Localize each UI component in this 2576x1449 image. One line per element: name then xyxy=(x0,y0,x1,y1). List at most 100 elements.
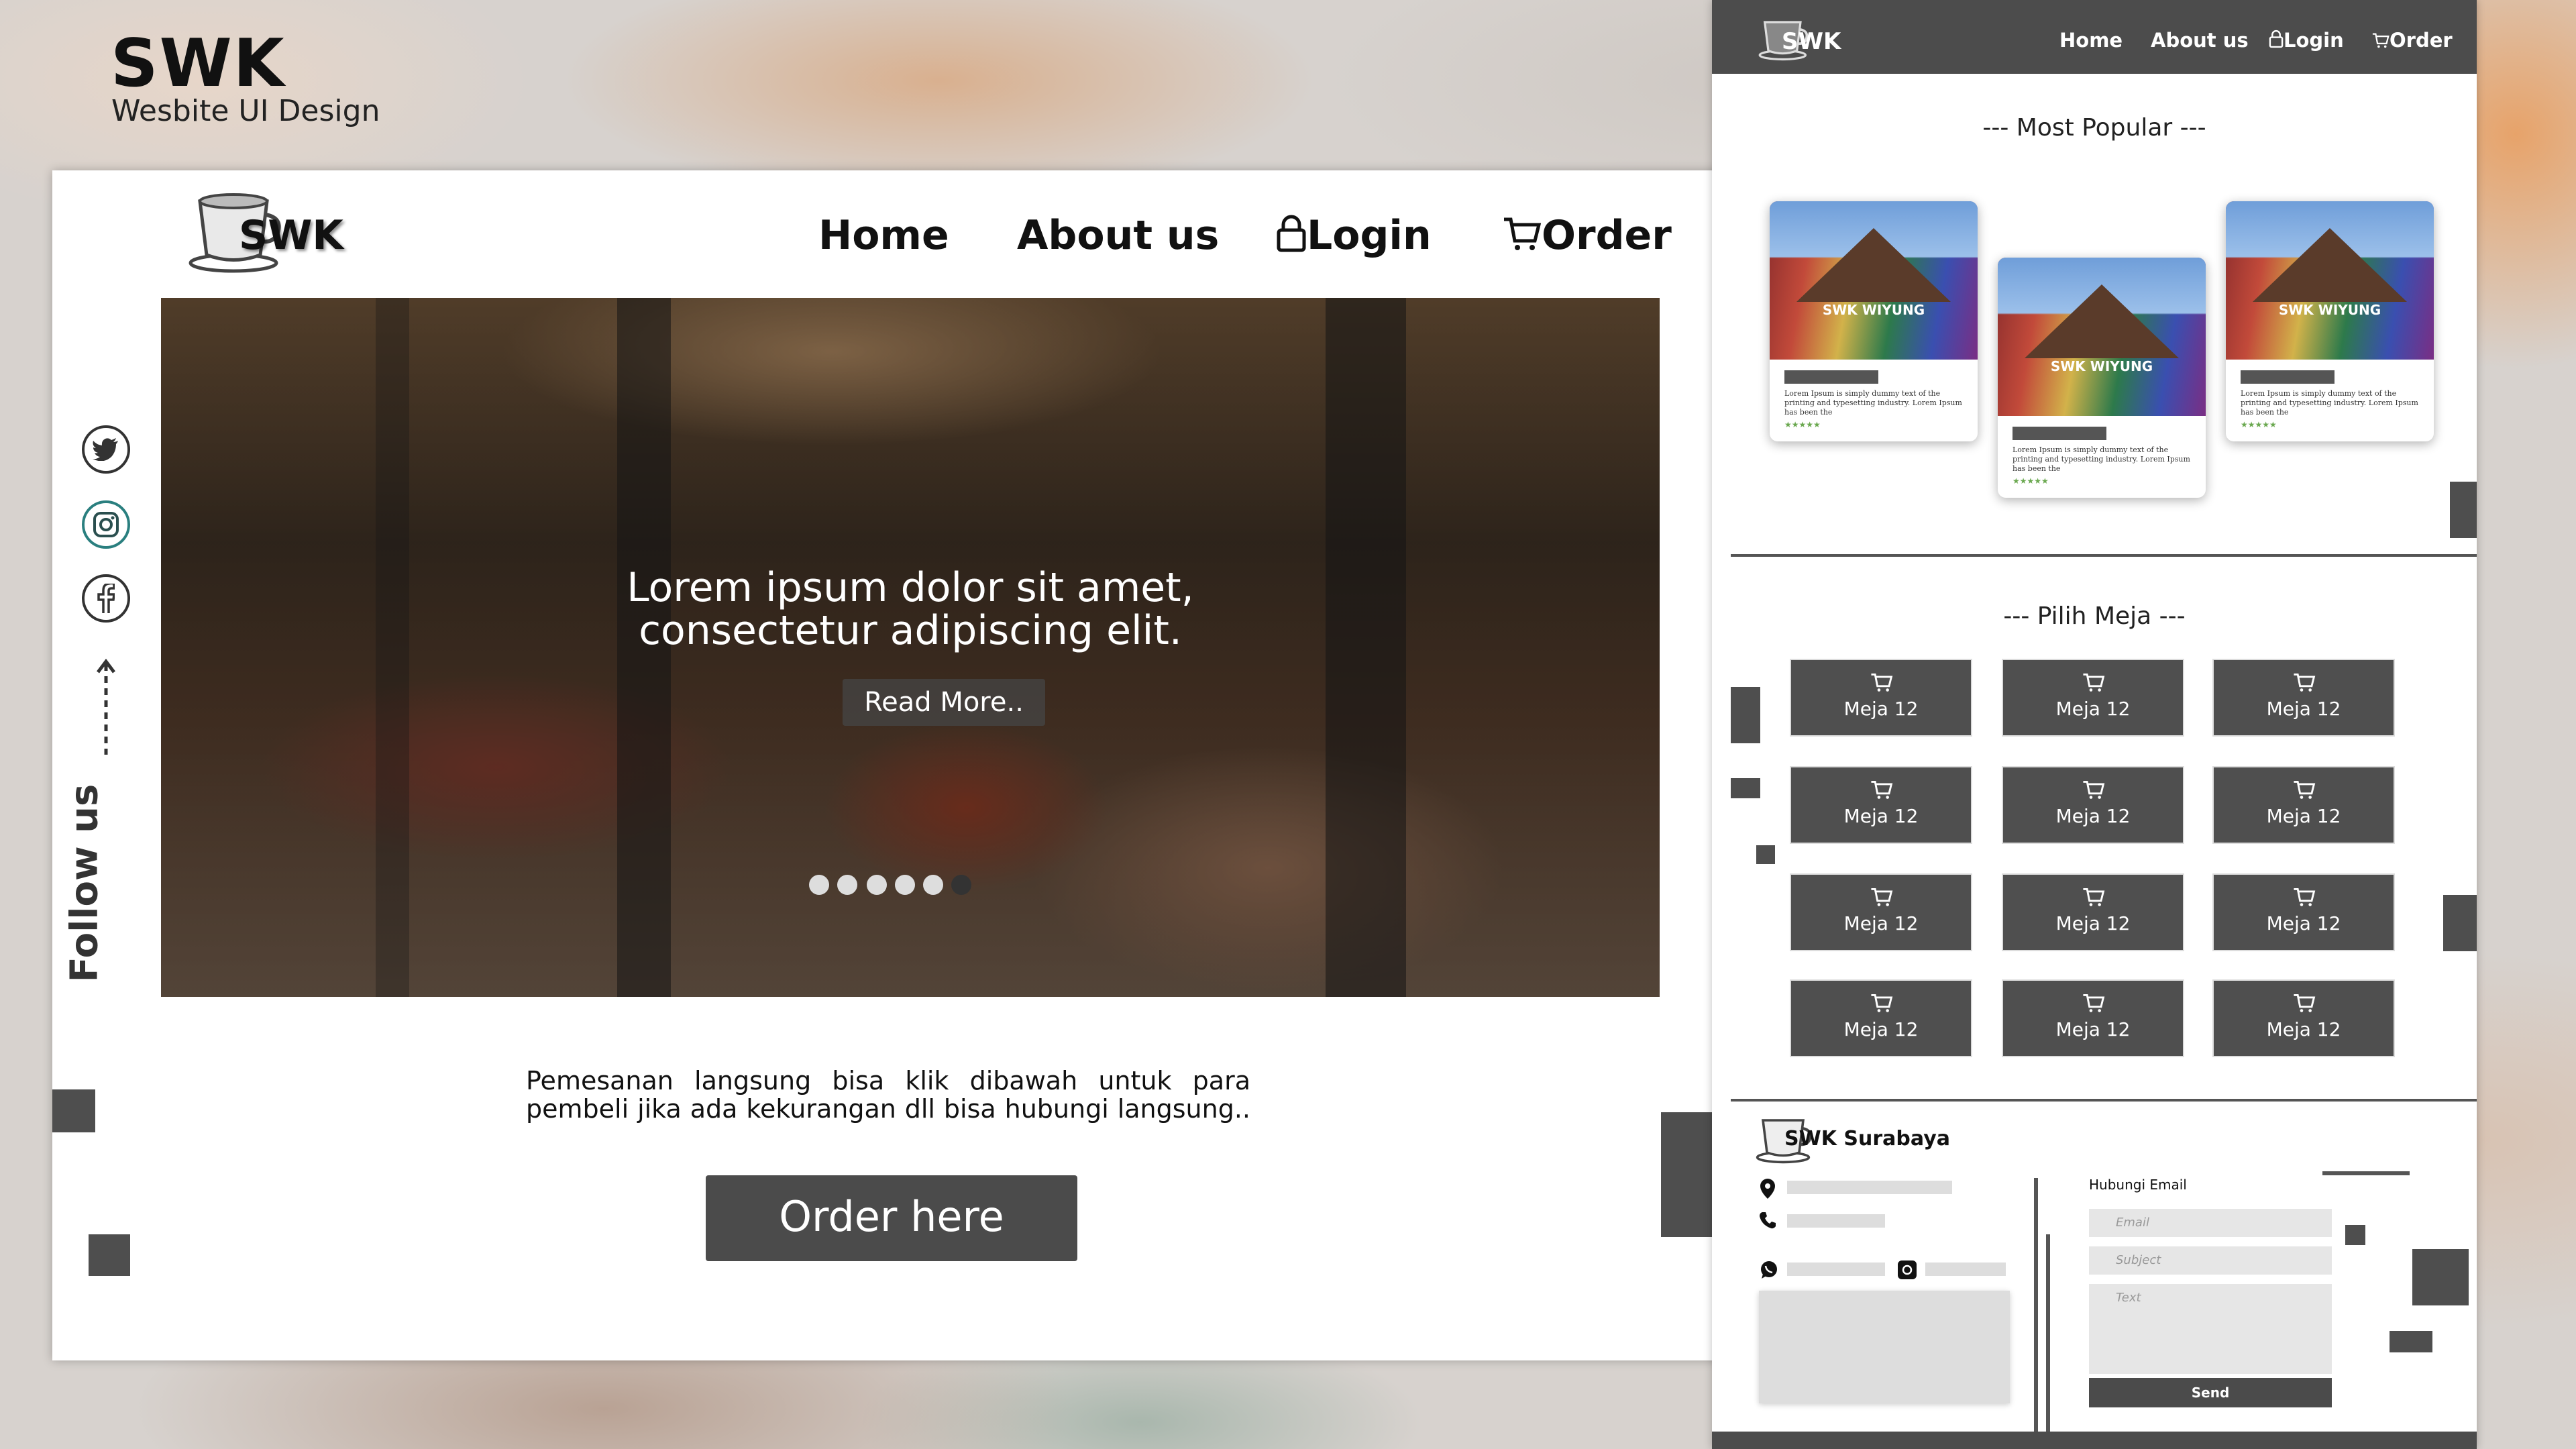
right-nav-login[interactable]: Login xyxy=(2269,29,2344,52)
pilih-meja-title: --- Pilih Meja --- xyxy=(2003,602,2186,630)
nav-order[interactable]: Order xyxy=(1503,212,1672,259)
decor-square xyxy=(1731,687,1760,743)
popular-card[interactable]: SWK WIYUNG Lorem Ipsum is simply dummy t… xyxy=(1998,258,2206,498)
card-title-bar xyxy=(2012,427,2106,440)
desktop-home-mockup: SWK Home About us Login Order Lorem ipsu… xyxy=(52,170,1729,1360)
hero-headline: Lorem ipsum dolor sit amet, consectetur … xyxy=(627,564,1194,654)
logo-text: SWK xyxy=(239,212,343,259)
instagram-placeholder-bar xyxy=(1925,1263,2006,1276)
right-nav-order[interactable]: Order xyxy=(2372,29,2453,52)
meja-button[interactable]: Meja 12 xyxy=(2212,659,2395,737)
popular-card[interactable]: SWK WIYUNG Lorem Ipsum is simply dummy t… xyxy=(2226,201,2434,441)
decor-square xyxy=(2450,482,2477,538)
section-divider xyxy=(1731,1099,2477,1102)
meja-label: Meja 12 xyxy=(1843,1018,1919,1040)
cart-icon xyxy=(2294,781,2316,799)
nav-order-label: Order xyxy=(1542,212,1672,259)
carousel-dot[interactable] xyxy=(809,875,829,895)
popular-card[interactable]: SWK WIYUNG Lorem Ipsum is simply dummy t… xyxy=(1770,201,1978,441)
cart-icon xyxy=(2083,888,2105,906)
right-logo-text[interactable]: SWK xyxy=(1782,28,1841,55)
meja-label: Meja 12 xyxy=(2266,805,2341,827)
meja-label: Meja 12 xyxy=(2266,912,2341,934)
card-image: SWK WIYUNG xyxy=(1770,201,1978,360)
cart-icon xyxy=(2083,781,2105,799)
cart-icon xyxy=(2294,994,2316,1012)
cart-icon xyxy=(1871,888,1893,906)
lock-icon xyxy=(1277,215,1306,252)
cart-icon xyxy=(2372,33,2390,48)
meja-button[interactable]: Meja 12 xyxy=(2212,766,2395,844)
decor-square xyxy=(2443,895,2477,951)
phone-icon xyxy=(1760,1212,1776,1229)
swk-logo[interactable]: SWK xyxy=(186,188,408,282)
right-footer-bar xyxy=(1712,1432,2477,1449)
meja-button[interactable]: Meja 12 xyxy=(2002,659,2184,737)
right-nav-order-label: Order xyxy=(2390,29,2453,52)
mobile-page-mockup: SWK Home About us Login Order --- Most P… xyxy=(1712,0,2477,1449)
read-more-button[interactable]: Read More.. xyxy=(843,679,1045,726)
hero-carousel[interactable]: Lorem ipsum dolor sit amet, consectetur … xyxy=(161,298,1660,997)
card-image-label: SWK WIYUNG xyxy=(2278,302,2381,318)
decor-square xyxy=(1731,778,1760,798)
nav-about-us[interactable]: About us xyxy=(1017,212,1219,259)
cart-icon xyxy=(1871,674,1893,692)
cart-icon xyxy=(1871,781,1893,799)
right-nav-login-label: Login xyxy=(2284,29,2344,52)
lock-icon xyxy=(2269,30,2284,48)
meja-label: Meja 12 xyxy=(1843,805,1919,827)
meja-button[interactable]: Meja 12 xyxy=(2002,766,2184,844)
email-input[interactable]: Email xyxy=(2089,1209,2332,1237)
email-heading: Hubungi Email xyxy=(2089,1177,2187,1193)
meja-button[interactable]: Meja 12 xyxy=(2002,979,2184,1057)
card-rating: ★★★★★ xyxy=(2012,476,2049,486)
meja-button[interactable]: Meja 12 xyxy=(1790,659,1972,737)
meja-button[interactable]: Meja 12 xyxy=(2002,873,2184,951)
carousel-dot[interactable] xyxy=(867,875,887,895)
subject-input[interactable]: Subject xyxy=(2089,1246,2332,1275)
order-description: Pemesanan langsung bisa klik dibawah unt… xyxy=(526,1066,1250,1124)
nav-login[interactable]: Login xyxy=(1276,212,1432,259)
decor-square xyxy=(2345,1225,2365,1245)
meja-button[interactable]: Meja 12 xyxy=(1790,979,1972,1057)
nav-home[interactable]: Home xyxy=(818,212,949,259)
cart-icon xyxy=(2083,994,2105,1012)
instagram-link[interactable] xyxy=(82,500,130,549)
map-placeholder[interactable] xyxy=(1759,1291,2010,1403)
decor-line xyxy=(2322,1171,2410,1175)
card-title-bar xyxy=(1784,370,1878,384)
card-image: SWK WIYUNG xyxy=(2226,201,2434,360)
message-textarea[interactable]: Text xyxy=(2089,1284,2332,1374)
right-nav-home[interactable]: Home xyxy=(2059,29,2123,52)
meja-button[interactable]: Meja 12 xyxy=(1790,766,1972,844)
card-text: Lorem Ipsum is simply dummy text of the … xyxy=(2012,445,2190,473)
cart-icon xyxy=(2294,888,2316,906)
facebook-link[interactable] xyxy=(82,574,130,623)
carousel-dot-active[interactable] xyxy=(951,875,971,895)
card-text: Lorem Ipsum is simply dummy text of the … xyxy=(2241,389,2418,417)
facebook-icon xyxy=(97,584,115,613)
carousel-dot[interactable] xyxy=(837,875,857,895)
carousel-dot[interactable] xyxy=(895,875,915,895)
meja-label: Meja 12 xyxy=(1843,912,1919,934)
twitter-link[interactable] xyxy=(82,425,130,474)
carousel-dot[interactable] xyxy=(923,875,943,895)
card-image-label: SWK WIYUNG xyxy=(1822,302,1925,318)
decor-square xyxy=(52,1089,95,1132)
design-subtitle: Wesbite UI Design xyxy=(111,94,380,128)
meja-button[interactable]: Meja 12 xyxy=(1790,873,1972,951)
right-nav-about-us[interactable]: About us xyxy=(2151,29,2249,52)
meja-label: Meja 12 xyxy=(2266,1018,2341,1040)
location-pin-icon xyxy=(1760,1179,1775,1199)
footer-divider xyxy=(2034,1178,2038,1449)
design-title: SWK xyxy=(111,25,286,102)
order-here-button[interactable]: Order here xyxy=(706,1175,1077,1261)
card-rating: ★★★★★ xyxy=(2241,420,2277,429)
meja-button[interactable]: Meja 12 xyxy=(2212,873,2395,951)
nav-login-label: Login xyxy=(1307,212,1432,259)
send-button[interactable]: Send xyxy=(2089,1378,2332,1407)
meja-button[interactable]: Meja 12 xyxy=(2212,979,2395,1057)
decor-square xyxy=(89,1234,130,1276)
decor-square xyxy=(1756,845,1775,864)
cart-icon xyxy=(2083,674,2105,692)
